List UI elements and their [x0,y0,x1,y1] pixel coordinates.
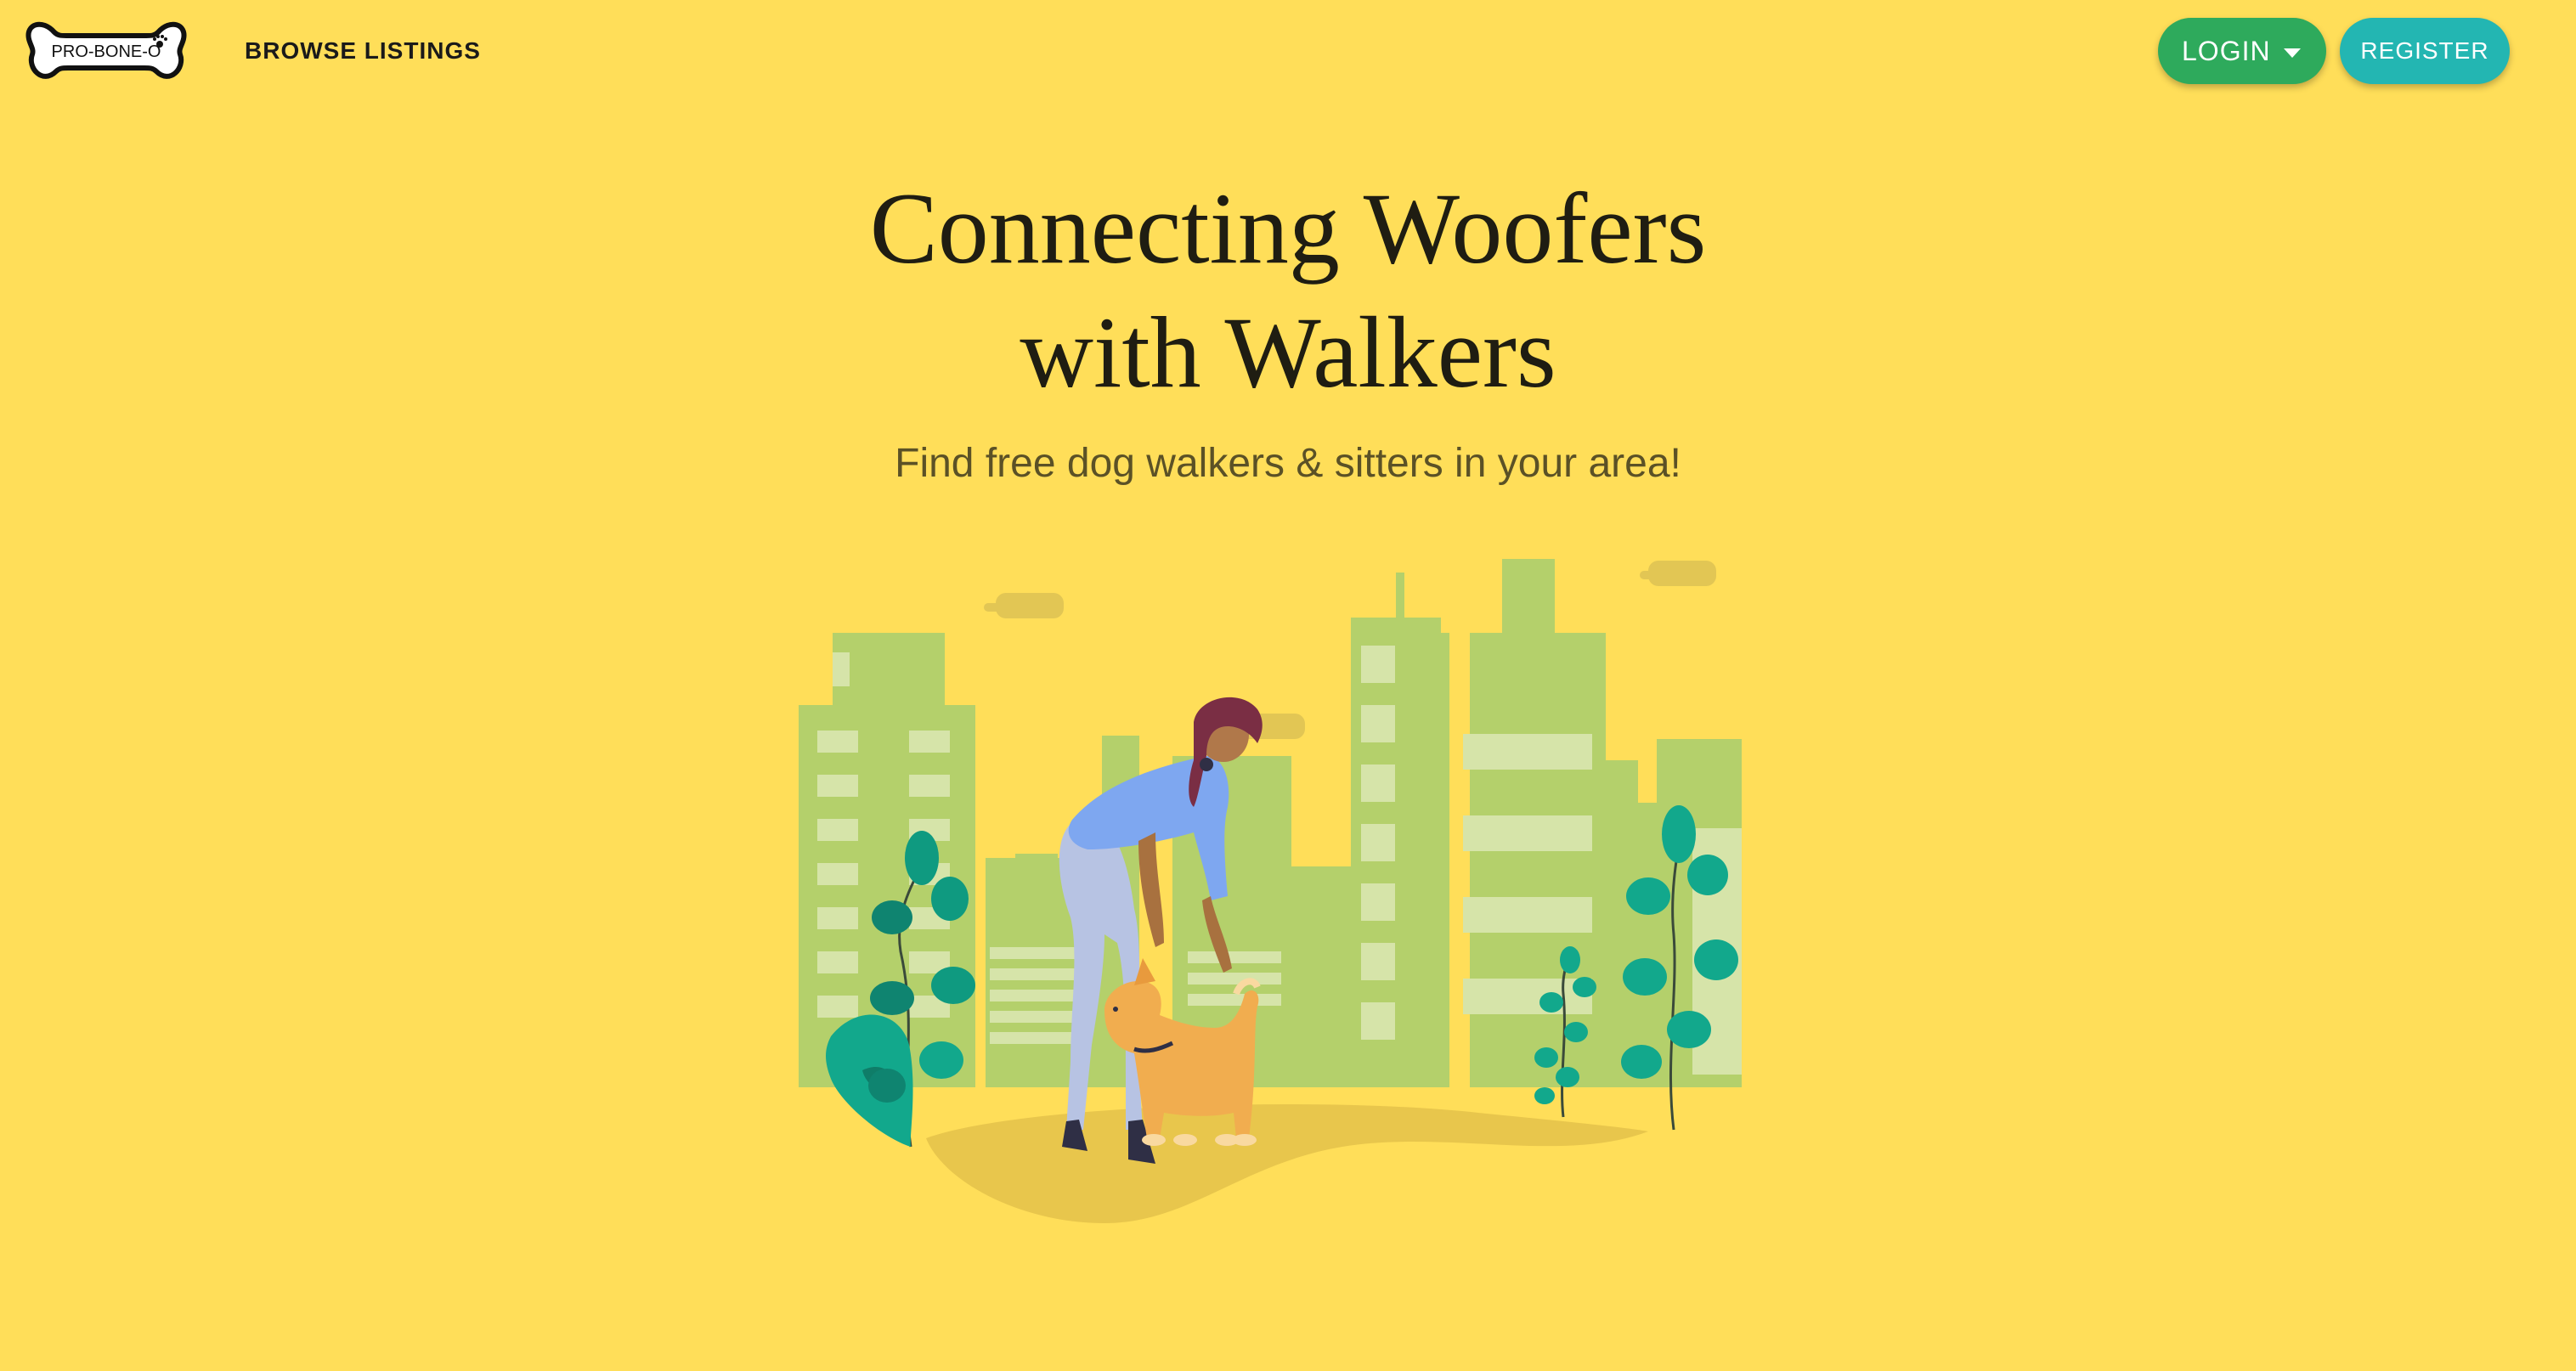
hero-title-line2: with Walkers [1020,296,1556,409]
browse-listings-link[interactable]: BROWSE LISTINGS [245,34,481,68]
top-navbar: PRO-BONE-O BROWSE LISTINGS LOGIN REGISTE… [0,0,2576,102]
logo-text: PRO-BONE-O [52,42,161,61]
pro-bone-o-logo[interactable]: PRO-BONE-O [25,15,187,87]
login-label: LOGIN [2182,35,2271,66]
hero-title-line1: Connecting Woofers [869,172,1707,285]
hero-illustration [799,552,1742,1232]
hero-subtitle: Find free dog walkers & sitters in your … [895,441,1681,486]
register-button[interactable]: REGISTER [2340,18,2510,84]
login-dropdown-button[interactable]: LOGIN [2158,18,2326,84]
ground-shadow [926,1104,1648,1223]
bone-logo-icon: PRO-BONE-O [25,21,187,79]
hero-title: Connecting Woofers with Walkers [0,166,2576,415]
caret-down-icon [2284,48,2301,58]
cloud-icon [984,561,1716,739]
dog-walker-illustration [799,559,1742,1223]
